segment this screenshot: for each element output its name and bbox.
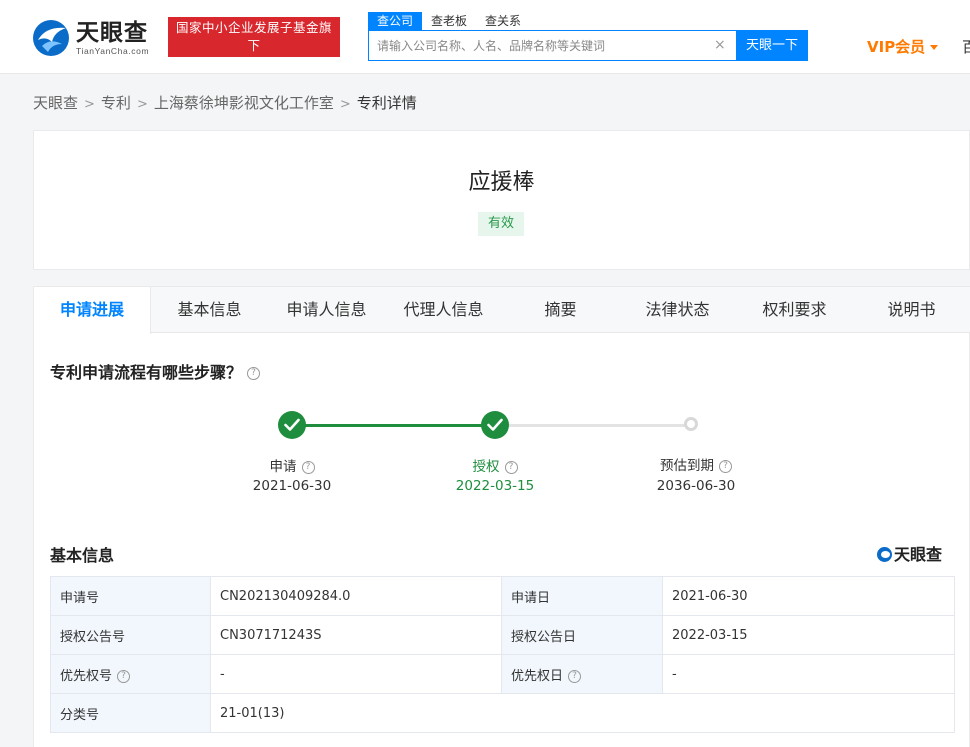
- help-icon[interactable]: ?: [719, 459, 732, 473]
- table-row: 分类号 21-01(13): [50, 693, 955, 733]
- tab-abstract[interactable]: 摘要: [502, 287, 619, 333]
- patent-detail-card: 申请进展 基本信息 申请人信息 代理人信息 摘要 法律状态 权利要求 说明书 专…: [33, 286, 970, 747]
- search-input[interactable]: [369, 31, 737, 60]
- search-tab-company[interactable]: 查公司: [368, 12, 423, 30]
- application-number-value: CN202130409284.0: [210, 576, 502, 616]
- priority-date-value: -: [662, 654, 955, 694]
- detail-tabs: 申请进展 基本信息 申请人信息 代理人信息 摘要 法律状态 权利要求 说明书: [34, 287, 970, 334]
- grant-date-value: 2022-03-15: [662, 615, 955, 655]
- step-apply-label-text: 申请: [269, 459, 297, 475]
- search-box: × 天眼一下: [368, 30, 808, 61]
- table-row: 授权公告号 CN307171243S 授权公告日 2022-03-15: [50, 615, 955, 655]
- step-apply-date: 2021-06-30: [252, 478, 332, 494]
- grant-date-label: 授权公告日: [501, 615, 663, 655]
- table-row: 申请号 CN202130409284.0 申请日 2021-06-30: [50, 576, 955, 616]
- step-expiry-label-text: 预估到期: [660, 458, 714, 474]
- timeline-progress-done: [292, 424, 495, 427]
- vip-label: VIP会员: [867, 38, 926, 56]
- badge-line-2: 官方备案企业征信机构: [188, 56, 319, 71]
- process-question-text: 专利申请流程有哪些步骤？: [50, 363, 243, 382]
- step-grant-label: 授权?: [435, 455, 555, 475]
- tab-application-progress[interactable]: 申请进展: [34, 287, 151, 334]
- clear-icon[interactable]: ×: [714, 37, 726, 53]
- logo-domain: TianYanCha.com: [76, 46, 150, 56]
- step-grant-label-text: 授权: [472, 459, 500, 475]
- breadcrumb: 天眼查 > 专利 > 上海蔡徐坤影视文化工作室 > 专利详情: [33, 92, 417, 113]
- table-row: 优先权号? - 优先权日? -: [50, 654, 955, 694]
- logo-text: 天眼查: [76, 20, 148, 46]
- step-expiry-label: 预估到期?: [636, 454, 756, 474]
- vip-member-menu[interactable]: VIP会员: [867, 36, 939, 57]
- breadcrumb-patent[interactable]: 专利: [101, 94, 131, 112]
- help-icon[interactable]: ?: [117, 669, 131, 683]
- step-apply-check-icon: [278, 411, 306, 439]
- tab-claims[interactable]: 权利要求: [736, 287, 853, 333]
- breadcrumb-separator: >: [84, 97, 95, 112]
- step-grant-date: 2022-03-15: [455, 478, 535, 494]
- breadcrumb-separator: >: [339, 97, 351, 112]
- breadcrumb-separator: >: [136, 97, 148, 112]
- tab-description[interactable]: 说明书: [853, 287, 970, 333]
- timeline-progress-pending: [495, 424, 690, 427]
- tianyancha-logo-icon: [877, 547, 892, 562]
- top-header: 天眼查 TianYanCha.com 国家中小企业发展子基金旗下 官方备案企业征…: [0, 0, 970, 74]
- caret-down-icon: [930, 45, 939, 50]
- application-number-label: 申请号: [50, 576, 211, 616]
- search-tab-relation[interactable]: 查关系: [476, 12, 530, 30]
- basic-info-heading: 基本信息: [50, 546, 115, 565]
- step-grant-check-icon: [481, 411, 509, 439]
- status-badge: 有效: [478, 212, 524, 236]
- help-icon[interactable]: ?: [568, 669, 582, 683]
- search-button[interactable]: 天眼一下: [736, 30, 808, 61]
- tab-applicant-info[interactable]: 申请人信息: [268, 287, 385, 333]
- patent-title-card: 应援棒: [33, 130, 970, 270]
- application-date-value: 2021-06-30: [662, 576, 955, 616]
- watermark-text: 天眼查: [894, 545, 943, 564]
- breadcrumb-home[interactable]: 天眼查: [33, 94, 78, 112]
- tab-agent-info[interactable]: 代理人信息: [385, 287, 502, 333]
- tab-basic-info[interactable]: 基本信息: [151, 287, 268, 333]
- application-date-label: 申请日: [501, 576, 663, 616]
- search-type-tabs: 查公司 查老板 查关系: [368, 12, 530, 30]
- grant-number-value: CN307171243S: [210, 615, 502, 655]
- official-badge: 国家中小企业发展子基金旗下 官方备案企业征信机构: [168, 17, 340, 71]
- header-more-link[interactable]: 百: [962, 36, 970, 57]
- priority-date-label: 优先权日?: [501, 654, 663, 694]
- priority-date-label-text: 优先权日: [511, 668, 564, 684]
- tianyancha-logo-icon: [33, 20, 69, 56]
- site-logo[interactable]: 天眼查 TianYanCha.com: [32, 18, 160, 58]
- tianyancha-watermark: 天眼查: [877, 541, 942, 565]
- classification-label: 分类号: [50, 693, 211, 733]
- grant-number-label: 授权公告号: [50, 615, 211, 655]
- help-icon[interactable]: ?: [301, 460, 315, 474]
- step-expiry-pending-icon: [684, 417, 698, 431]
- classification-value: 21-01(13): [210, 693, 955, 733]
- process-question-heading: 专利申请流程有哪些步骤？?: [50, 359, 261, 383]
- search-tab-boss[interactable]: 查老板: [422, 12, 476, 30]
- priority-number-value: -: [210, 654, 502, 694]
- step-expiry-date: 2036-06-30: [656, 478, 736, 494]
- badge-line-1: 国家中小企业发展子基金旗下: [175, 20, 332, 53]
- step-apply-label: 申请?: [232, 455, 352, 475]
- help-icon[interactable]: ?: [504, 460, 518, 474]
- basic-info-table: 申请号 CN202130409284.0 申请日 2021-06-30 授权公告…: [50, 576, 955, 733]
- breadcrumb-company[interactable]: 上海蔡徐坤影视文化工作室: [154, 94, 334, 112]
- help-icon[interactable]: ?: [247, 367, 261, 380]
- tab-legal-status[interactable]: 法律状态: [619, 287, 736, 333]
- breadcrumb-current: 专利详情: [356, 94, 417, 112]
- priority-number-label: 优先权号?: [50, 654, 211, 694]
- priority-number-label-text: 优先权号: [60, 668, 113, 684]
- patent-title: 应援棒: [468, 170, 535, 195]
